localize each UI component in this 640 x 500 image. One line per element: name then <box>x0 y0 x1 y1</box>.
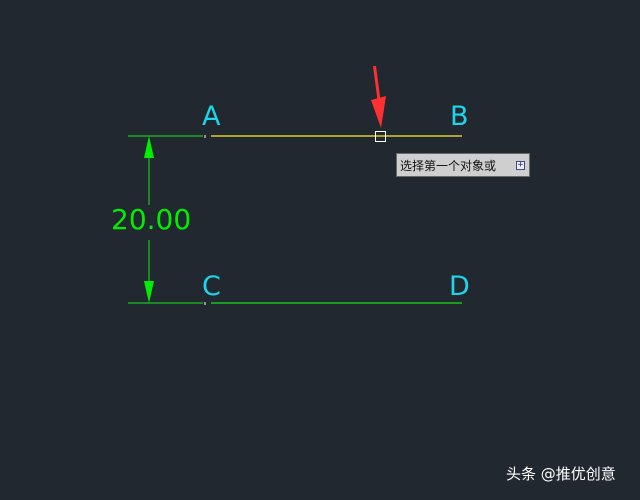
watermark: 头条 @推优创意 <box>506 465 616 483</box>
point-label-b: B <box>450 101 469 132</box>
dim-arrow-down-icon <box>144 281 154 303</box>
plus-icon[interactable]: + <box>516 161 525 170</box>
dimension-value[interactable]: 20.00 <box>111 203 191 237</box>
red-arrow-icon <box>371 66 386 128</box>
point-label-d: D <box>449 271 470 302</box>
dim-arrow-up-icon <box>144 136 154 158</box>
point-label-a: A <box>202 101 221 132</box>
command-prompt-tooltip: 选择第一个对象或 + <box>396 153 530 177</box>
point-label-c: C <box>202 271 221 302</box>
command-prompt-text: 选择第一个对象或 <box>400 158 497 173</box>
drawing-canvas[interactable] <box>0 0 640 500</box>
